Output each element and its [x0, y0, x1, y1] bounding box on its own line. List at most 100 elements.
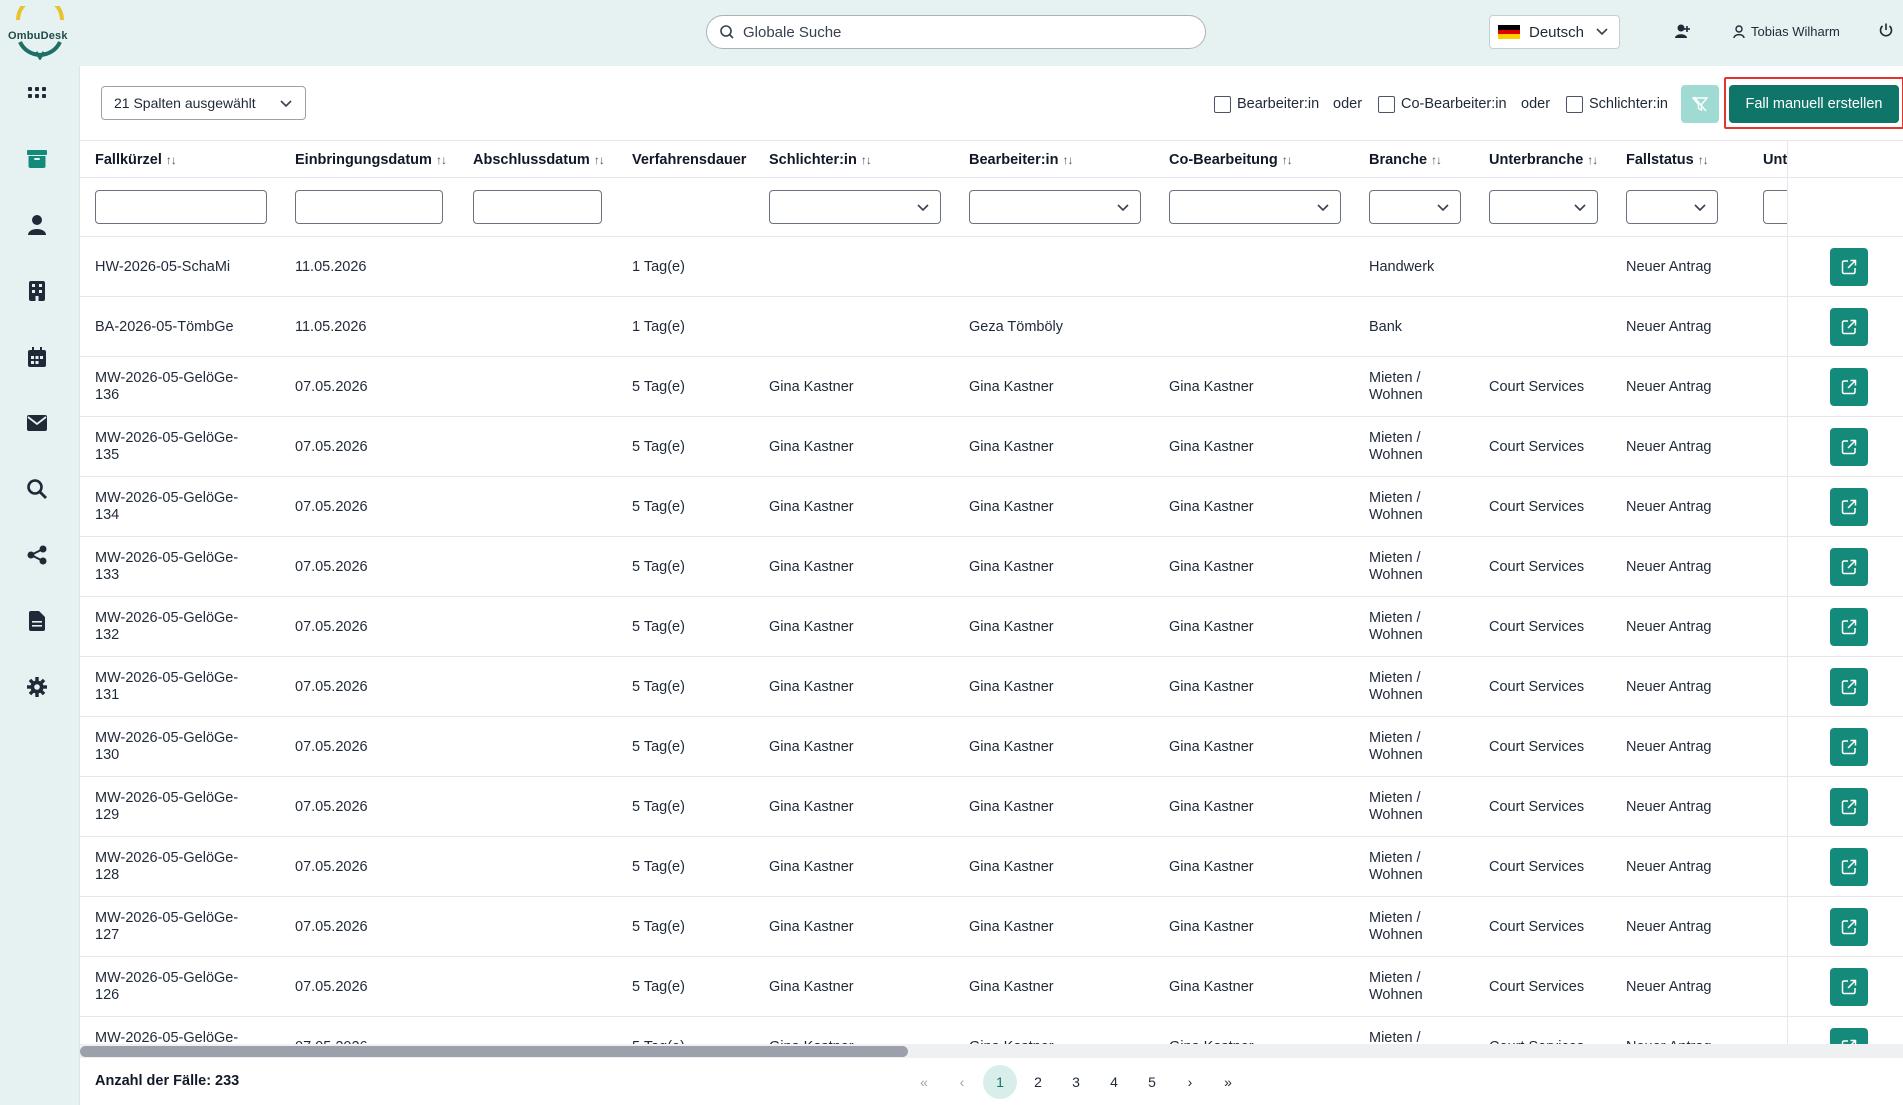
mail-icon[interactable]: [26, 412, 48, 434]
open-case-button[interactable]: [1830, 248, 1868, 286]
open-case-button[interactable]: [1830, 968, 1868, 1006]
apps-icon[interactable]: [26, 82, 48, 104]
open-case-button[interactable]: [1830, 308, 1868, 346]
table-row[interactable]: MW-2026-05-GelöGe-12507.05.20265 Tag(e)G…: [80, 1017, 1903, 1045]
column-filter-select[interactable]: [969, 190, 1141, 224]
table-cell: Mieten / Wohnen: [1369, 610, 1423, 643]
schlichter-checkbox[interactable]: [1566, 95, 1583, 113]
table-row[interactable]: MW-2026-05-GelöGe-133 07.05.2026 5 Tag(e) G…: [80, 537, 1903, 597]
column-header-label: Unters: [1763, 152, 1787, 168]
building-icon[interactable]: [26, 280, 48, 302]
user-menu[interactable]: Tobias Wilharm: [1733, 24, 1840, 39]
table-row[interactable]: MW-2026-05-GelöGe-132 07.05.2026 5 Tag(e) G…: [80, 597, 1903, 657]
sort-icon[interactable]: ↑↓: [436, 153, 447, 167]
archive-icon[interactable]: [26, 148, 48, 170]
column-header[interactable]: Unters: [1763, 141, 1787, 179]
global-search-input[interactable]: Globale Suche: [706, 15, 1206, 49]
column-header[interactable]: Branche ↑↓: [1369, 141, 1442, 179]
column-header[interactable]: Bearbeiter:in ↑↓: [969, 141, 1073, 179]
open-case-button[interactable]: [1830, 908, 1868, 946]
column-header[interactable]: Fallstatus ↑↓: [1626, 141, 1709, 179]
calendar-icon[interactable]: [26, 346, 48, 368]
column-filter-select[interactable]: [1626, 190, 1718, 224]
filter-co-bearbeiter[interactable]: Co-Bearbeiter:in: [1378, 93, 1507, 115]
bearbeiter-checkbox[interactable]: [1214, 95, 1231, 113]
scrollbar-thumb[interactable]: [80, 1046, 908, 1057]
page-button[interactable]: 2: [1021, 1065, 1055, 1099]
document-icon[interactable]: [26, 610, 48, 632]
table-row[interactable]: MW-2026-05-GelöGe-134 07.05.2026 5 Tag(e) G…: [80, 477, 1903, 537]
table-row[interactable]: MW-2026-05-GelöGe-128 07.05.2026 5 Tag(e) G…: [80, 837, 1903, 897]
column-selector[interactable]: 21 Spalten ausgewählt: [101, 86, 306, 120]
last-page-button[interactable]: »: [1211, 1065, 1245, 1099]
power-icon[interactable]: [1878, 22, 1894, 43]
page-button[interactable]: 1: [983, 1065, 1017, 1099]
language-select[interactable]: Deutsch: [1489, 15, 1620, 49]
open-case-button[interactable]: [1830, 548, 1868, 586]
open-case-button[interactable]: [1830, 488, 1868, 526]
filter-bearbeiter[interactable]: Bearbeiter:in: [1214, 93, 1319, 115]
column-header[interactable]: Fallkürzel ↑↓: [95, 141, 177, 179]
page-button[interactable]: 3: [1059, 1065, 1093, 1099]
open-case-button[interactable]: [1830, 608, 1868, 646]
table-row[interactable]: MW-2026-05-GelöGe-135 07.05.2026 5 Tag(e) G…: [80, 417, 1903, 477]
column-filter-input[interactable]: [1763, 190, 1787, 224]
column-filter-select[interactable]: [1169, 190, 1341, 224]
open-case-button[interactable]: [1830, 848, 1868, 886]
table-row[interactable]: MW-2026-05-GelöGe-130 07.05.2026 5 Tag(e) G…: [80, 717, 1903, 777]
table-row[interactable]: BA-2026-05-TömbGe 11.05.2026 1 Tag(e) Geza …: [80, 297, 1903, 357]
table-row[interactable]: MW-2026-05-GelöGe-126 07.05.2026 5 Tag(e) G…: [80, 957, 1903, 1017]
table-row[interactable]: MW-2026-05-GelöGe-131 07.05.2026 5 Tag(e) G…: [80, 657, 1903, 717]
column-header[interactable]: Einbringungsdatum ↑↓: [295, 141, 447, 179]
sort-icon[interactable]: ↑↓: [594, 153, 605, 167]
sort-icon[interactable]: ↑↓: [166, 153, 177, 167]
sort-icon[interactable]: ↑↓: [861, 153, 872, 167]
table-row[interactable]: MW-2026-05-GelöGe-129 07.05.2026 5 Tag(e) G…: [80, 777, 1903, 837]
table-row[interactable]: HW-2026-05-SchaMi 11.05.2026 1 Tag(e) Handw…: [80, 237, 1903, 297]
clear-filter-button[interactable]: [1681, 85, 1719, 123]
share-icon[interactable]: [26, 544, 48, 566]
create-case-button[interactable]: Fall manuell erstellen: [1729, 85, 1899, 123]
main-panel: 21 Spalten ausgewählt Bearbeiter:in oder…: [79, 66, 1903, 1105]
column-header[interactable]: Unterbranche ↑↓: [1489, 141, 1598, 179]
column-filter-input[interactable]: [95, 190, 267, 224]
filter-schlichter[interactable]: Schlichter:in: [1566, 93, 1668, 115]
column-filter-input[interactable]: [473, 190, 602, 224]
sort-icon[interactable]: ↑↓: [1062, 153, 1073, 167]
column-header[interactable]: Co-Bearbeitung ↑↓: [1169, 141, 1293, 179]
sort-icon[interactable]: ↑↓: [1431, 153, 1442, 167]
table-row[interactable]: MW-2026-05-GelöGe-127 07.05.2026 5 Tag(e) G…: [80, 897, 1903, 957]
column-filter-select[interactable]: [1369, 190, 1461, 224]
previous-page-button[interactable]: ‹: [945, 1065, 979, 1099]
horizontal-scrollbar[interactable]: [80, 1044, 1903, 1058]
column-header[interactable]: Abschlussdatum ↑↓: [473, 141, 605, 179]
search-icon[interactable]: [26, 478, 48, 500]
next-page-button[interactable]: ›: [1173, 1065, 1207, 1099]
open-case-button[interactable]: [1830, 1028, 1868, 1045]
column-filter-select[interactable]: [769, 190, 941, 224]
page-button[interactable]: 5: [1135, 1065, 1169, 1099]
co-bearbeiter-checkbox[interactable]: [1378, 95, 1395, 113]
column-header[interactable]: Verfahrensdauer: [632, 141, 746, 179]
column-header[interactable]: Schlichter:in ↑↓: [769, 141, 872, 179]
open-case-button[interactable]: [1830, 668, 1868, 706]
sort-icon[interactable]: ↑↓: [1698, 153, 1709, 167]
sort-icon[interactable]: ↑↓: [1282, 153, 1293, 167]
table-cell: Neuer Antrag: [1626, 1017, 1756, 1046]
page-button[interactable]: 4: [1097, 1065, 1131, 1099]
logo[interactable]: OmbuDesk: [6, 0, 74, 61]
open-case-button[interactable]: [1830, 428, 1868, 466]
open-case-button[interactable]: [1830, 368, 1868, 406]
first-page-button[interactable]: «: [907, 1065, 941, 1099]
person-icon[interactable]: [26, 214, 48, 236]
add-user-icon[interactable]: [1674, 22, 1692, 45]
table-row[interactable]: MW-2026-05-GelöGe-136 07.05.2026 5 Tag(e) G…: [80, 357, 1903, 417]
column-header-label: Schlichter:in: [769, 152, 857, 168]
open-case-button[interactable]: [1830, 788, 1868, 826]
open-case-button[interactable]: [1830, 728, 1868, 766]
table-cell: Neuer Antrag: [1626, 318, 1712, 335]
gear-icon[interactable]: [26, 676, 48, 698]
sort-icon[interactable]: ↑↓: [1587, 153, 1598, 167]
column-filter-input[interactable]: [295, 190, 443, 224]
column-filter-select[interactable]: [1489, 190, 1598, 224]
